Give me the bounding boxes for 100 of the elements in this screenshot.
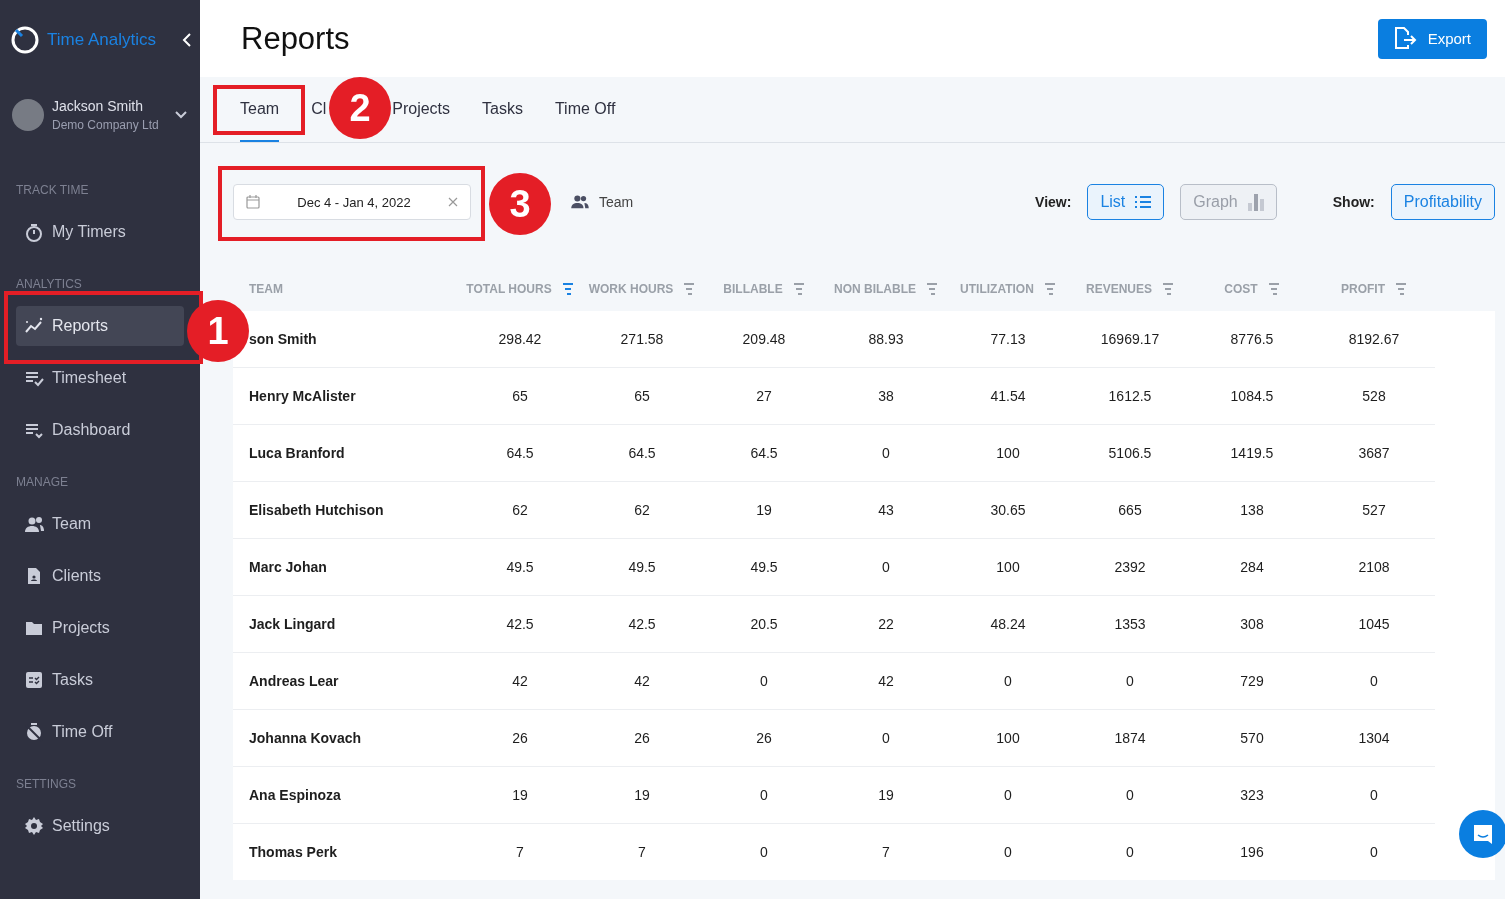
calendar-icon	[246, 195, 260, 209]
table-cell-text: 284	[1239, 559, 1265, 575]
sort-icon[interactable]	[1267, 281, 1280, 297]
table-cell-text: 0	[1125, 844, 1135, 860]
nav-item[interactable]: Timesheet	[16, 358, 184, 398]
sort-icon[interactable]	[683, 281, 696, 297]
table-cell-text: 62	[511, 502, 529, 518]
table-cell-text: 8192.67	[1347, 331, 1401, 347]
column-header: WORK HOURS	[588, 282, 674, 296]
table-cell-text: 42.5	[505, 616, 535, 632]
chevron-down-icon[interactable]	[174, 110, 188, 120]
bar-chart-icon	[1247, 193, 1264, 211]
table-cell-text: 42	[511, 673, 529, 689]
user-name: Jackson Smith	[52, 98, 145, 114]
table-cell-text: 323	[1239, 787, 1265, 803]
table-cell-text: 308	[1239, 616, 1265, 632]
table-cell-text: 49.5	[627, 559, 657, 575]
table-cell-text: 100	[995, 730, 1021, 746]
section-label: TRACK TIME	[15, 182, 90, 198]
table-cell-text: 0	[1003, 787, 1013, 803]
nav-item[interactable]: Dashboard	[16, 410, 184, 450]
table-cell-text: 27	[755, 388, 773, 404]
table-cell-text: 64.5	[749, 445, 779, 461]
table-cell-text: 1304	[1357, 730, 1391, 746]
sort-icon[interactable]	[1395, 281, 1407, 297]
group-by-label[interactable]: Team	[599, 194, 634, 210]
nav-item[interactable]: Reports	[16, 306, 184, 346]
table-cell-text: 8776.5	[1229, 331, 1275, 347]
table-cell-text: 26	[633, 730, 651, 746]
table-cell-text: 1419.5	[1229, 445, 1275, 461]
close-icon[interactable]	[448, 197, 458, 207]
table-cell-text: Jack Lingard	[248, 616, 337, 632]
table-cell-text: 65	[511, 388, 529, 404]
nav-item[interactable]: Clients	[16, 556, 184, 596]
tab[interactable]: Projects	[392, 77, 451, 142]
nav-item[interactable]: Time Off	[16, 712, 184, 752]
table-cell-text: 1353	[1113, 616, 1147, 632]
table-cell-text: 138	[1239, 502, 1265, 518]
export-button[interactable]: Export	[1377, 18, 1487, 59]
column-header: COST	[1224, 282, 1258, 296]
date-range-field[interactable]: Dec 4 - Jan 4, 2022	[233, 184, 471, 220]
table-cell-text: 19	[755, 502, 773, 518]
table-cell-text: 7	[637, 844, 647, 860]
tab[interactable]: Tasks	[482, 77, 523, 142]
table-cell-text: 77.13	[989, 331, 1027, 347]
table-cell-text: 7	[515, 844, 525, 860]
table-cell-text: 665	[1117, 502, 1143, 518]
table-cell-text: 26	[755, 730, 773, 746]
column-header: TOTAL HOURS	[466, 282, 552, 296]
table-cell-text: Elisabeth Hutchison	[248, 502, 385, 518]
table-cell-text: 0	[881, 559, 891, 575]
table-cell-text: Johanna Kovach	[248, 730, 363, 746]
column-header: TEAM	[249, 282, 283, 296]
section-label: SETTINGS	[15, 776, 77, 792]
table-cell-text: 100	[995, 445, 1021, 461]
sort-icon[interactable]	[561, 281, 574, 297]
sort-icon[interactable]	[1043, 281, 1056, 297]
table-cell-text: 42	[877, 673, 895, 689]
table-cell-text: 65	[633, 388, 651, 404]
logo-icon	[10, 25, 40, 55]
view-label: View:	[1035, 194, 1072, 210]
table-cell-text: 729	[1239, 673, 1265, 689]
profitability-dropdown[interactable]: Profitability	[1390, 184, 1495, 220]
table-cell-text: 19	[877, 787, 895, 803]
table-cell-text: 0	[759, 844, 769, 860]
column-header: NON BILABLE	[834, 282, 916, 296]
table-cell-text: 49.5	[749, 559, 779, 575]
table-cell-text: 64.5	[505, 445, 535, 461]
sort-icon[interactable]	[926, 281, 938, 297]
table-cell-text: 2108	[1357, 559, 1391, 575]
nav-item[interactable]: Settings	[16, 806, 184, 846]
nav-item[interactable]: Tasks	[16, 660, 184, 700]
table-cell-text: 38	[877, 388, 895, 404]
tab[interactable]: Team	[240, 77, 280, 142]
page-title: Reports	[241, 20, 350, 57]
nav-item[interactable]: Team	[16, 504, 184, 544]
table-cell-text: 0	[881, 445, 891, 461]
table-cell-text: son Smith	[248, 331, 318, 347]
table-cell-text: Thomas Perk	[248, 844, 338, 860]
step-marker: 2	[329, 77, 391, 139]
table-cell-text: 0	[1003, 844, 1013, 860]
nav-item[interactable]: My Timers	[16, 212, 184, 252]
table-cell-text: 22	[877, 616, 895, 632]
people-icon	[571, 195, 589, 209]
sort-icon[interactable]	[1162, 281, 1174, 297]
table-cell-text: Ana Espinoza	[248, 787, 342, 803]
nav-item[interactable]: Projects	[16, 608, 184, 648]
chat-icon	[1472, 823, 1494, 845]
column-header: REVENUES	[1086, 282, 1152, 296]
table-cell-text: 2392	[1113, 559, 1147, 575]
table-cell-text: 298.42	[497, 331, 543, 347]
view-toggle[interactable]: List	[1087, 184, 1165, 220]
chevron-left-icon[interactable]	[182, 32, 192, 48]
table-cell-text: 196	[1239, 844, 1265, 860]
tab[interactable]: Cl	[311, 77, 327, 142]
table-cell-text: 7	[881, 844, 891, 860]
tab[interactable]: Time Off	[554, 77, 616, 142]
table-cell-text: 1612.5	[1107, 388, 1153, 404]
sort-icon[interactable]	[792, 281, 805, 297]
table-cell-text: 3687	[1357, 445, 1391, 461]
